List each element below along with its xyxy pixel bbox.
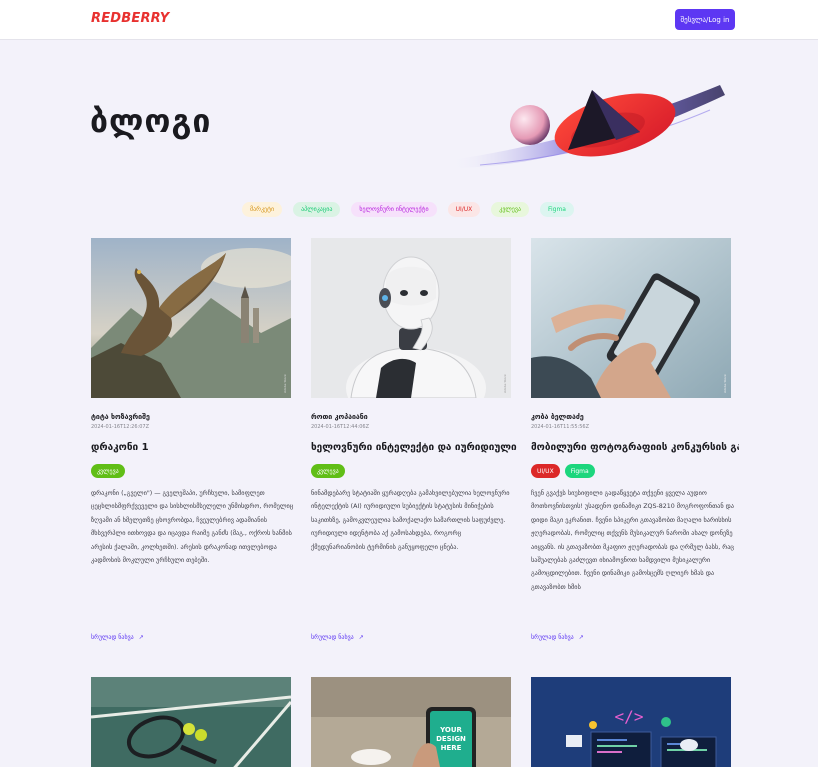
svg-text:Adobe Stock: Adobe Stock (503, 374, 507, 393)
post-tags: კვლევა (91, 464, 125, 478)
svg-text:YOUR: YOUR (439, 726, 462, 734)
tag-uiux[interactable]: UI/UX (531, 464, 560, 478)
filter-label: UI/UX (455, 206, 473, 213)
arrow-up-right-icon: ↗ (358, 634, 364, 641)
read-more-link[interactable]: სრულად ნახვა ↗ (311, 634, 364, 641)
smartphone-hand-image[interactable]: Adobe Stock (531, 238, 731, 398)
post-description: ჩვენ გვაქვს სიუსიფილი გადაწყვეტა თქვენი … (531, 490, 735, 591)
code-illustration-image[interactable]: </> (531, 677, 731, 767)
post-author: ტიტა ხოზავრიშე (91, 413, 150, 421)
svg-text:</>: </> (615, 707, 644, 726)
filter-uiux[interactable]: UI/UX (447, 202, 481, 217)
post-description: დრაკონი („გველი") — გველეშაპი, ურჩხული, … (91, 490, 294, 565)
tag-research[interactable]: კვლევა (91, 464, 125, 478)
phone-mockup-image[interactable]: YOUR DESIGN HERE (311, 677, 511, 767)
filter-label: Figma (547, 206, 566, 213)
page-title: ბლოგი (90, 102, 212, 140)
login-button[interactable]: შესვლა/Log in (675, 9, 735, 30)
post-author: კობა ბელთაძე (531, 413, 584, 421)
post-title[interactable]: მობილური ფოტოგრაფიის კონკურსის გამ (531, 442, 739, 453)
tag-figma[interactable]: Figma (564, 464, 595, 478)
arrow-up-right-icon: ↗ (578, 634, 584, 641)
post-title[interactable]: დრაკონი 1 (91, 442, 299, 453)
filter-label: მარკეტი (250, 206, 275, 213)
post-tags: UI/UX Figma (531, 464, 595, 478)
read-more-label: სრულად ნახვა (531, 634, 574, 641)
read-more-link[interactable]: სრულად ნახვა ↗ (531, 634, 584, 641)
filter-market[interactable]: მარკეტი (242, 202, 283, 217)
tag-research[interactable]: კვლევა (311, 464, 345, 478)
blog-card: Adobe Stock როთი კოპაიანი 2024-01-16T12:… (311, 238, 517, 641)
filter-label: აპლიკაცია (301, 206, 333, 213)
filter-label: ხელოვნური ინტელექტი (359, 206, 429, 213)
svg-text:Adobe Stock: Adobe Stock (283, 374, 287, 393)
redberry-logo[interactable]: REDBERRY (91, 11, 169, 26)
blog-card: Adobe Stock ტიტა ხოზავრიშე 2024-01-16T12… (91, 238, 293, 641)
svg-text:Adobe Stock: Adobe Stock (723, 374, 727, 393)
post-date: 2024-01-16T11:55:56Z (531, 424, 589, 430)
read-more-label: სრულად ნახვა (91, 634, 134, 641)
post-description: ნინამდებარე სტატიაში ყურადღება გამახვილე… (311, 490, 510, 551)
post-date: 2024-01-16T12:26:07Z (91, 424, 149, 430)
post-author: როთი კოპაიანი (311, 413, 368, 421)
hero-illustration (450, 85, 725, 168)
filter-ai[interactable]: ხელოვნური ინტელექტი (351, 202, 437, 217)
robot-image[interactable]: Adobe Stock (311, 238, 511, 398)
blog-card: Adobe Stock კობა ბელთაძე 2024-01-16T11:5… (531, 238, 739, 641)
filter-figma[interactable]: Figma (539, 202, 574, 217)
read-more-link[interactable]: სრულად ნახვა ↗ (91, 634, 144, 641)
read-more-label: სრულად ნახვა (311, 634, 354, 641)
dragon-image[interactable]: Adobe Stock (91, 238, 291, 398)
post-title[interactable]: ხელოვნური ინტელექტი და იურიდიული (311, 442, 519, 453)
category-filter-bar: მარკეტი აპლიკაცია ხელოვნური ინტელექტი UI… (242, 202, 574, 217)
post-tags: კვლევა (311, 464, 345, 478)
arrow-up-right-icon: ↗ (138, 634, 144, 641)
svg-text:DESIGN: DESIGN (436, 735, 466, 743)
svg-text:HERE: HERE (441, 744, 462, 752)
tennis-image[interactable] (91, 677, 291, 767)
top-header: REDBERRY შესვლა/Log in (0, 0, 818, 40)
filter-application[interactable]: აპლიკაცია (293, 202, 341, 217)
filter-label: კვლევა (499, 206, 521, 213)
filter-research[interactable]: კვლევა (491, 202, 529, 217)
post-date: 2024-01-16T12:44:06Z (311, 424, 369, 430)
